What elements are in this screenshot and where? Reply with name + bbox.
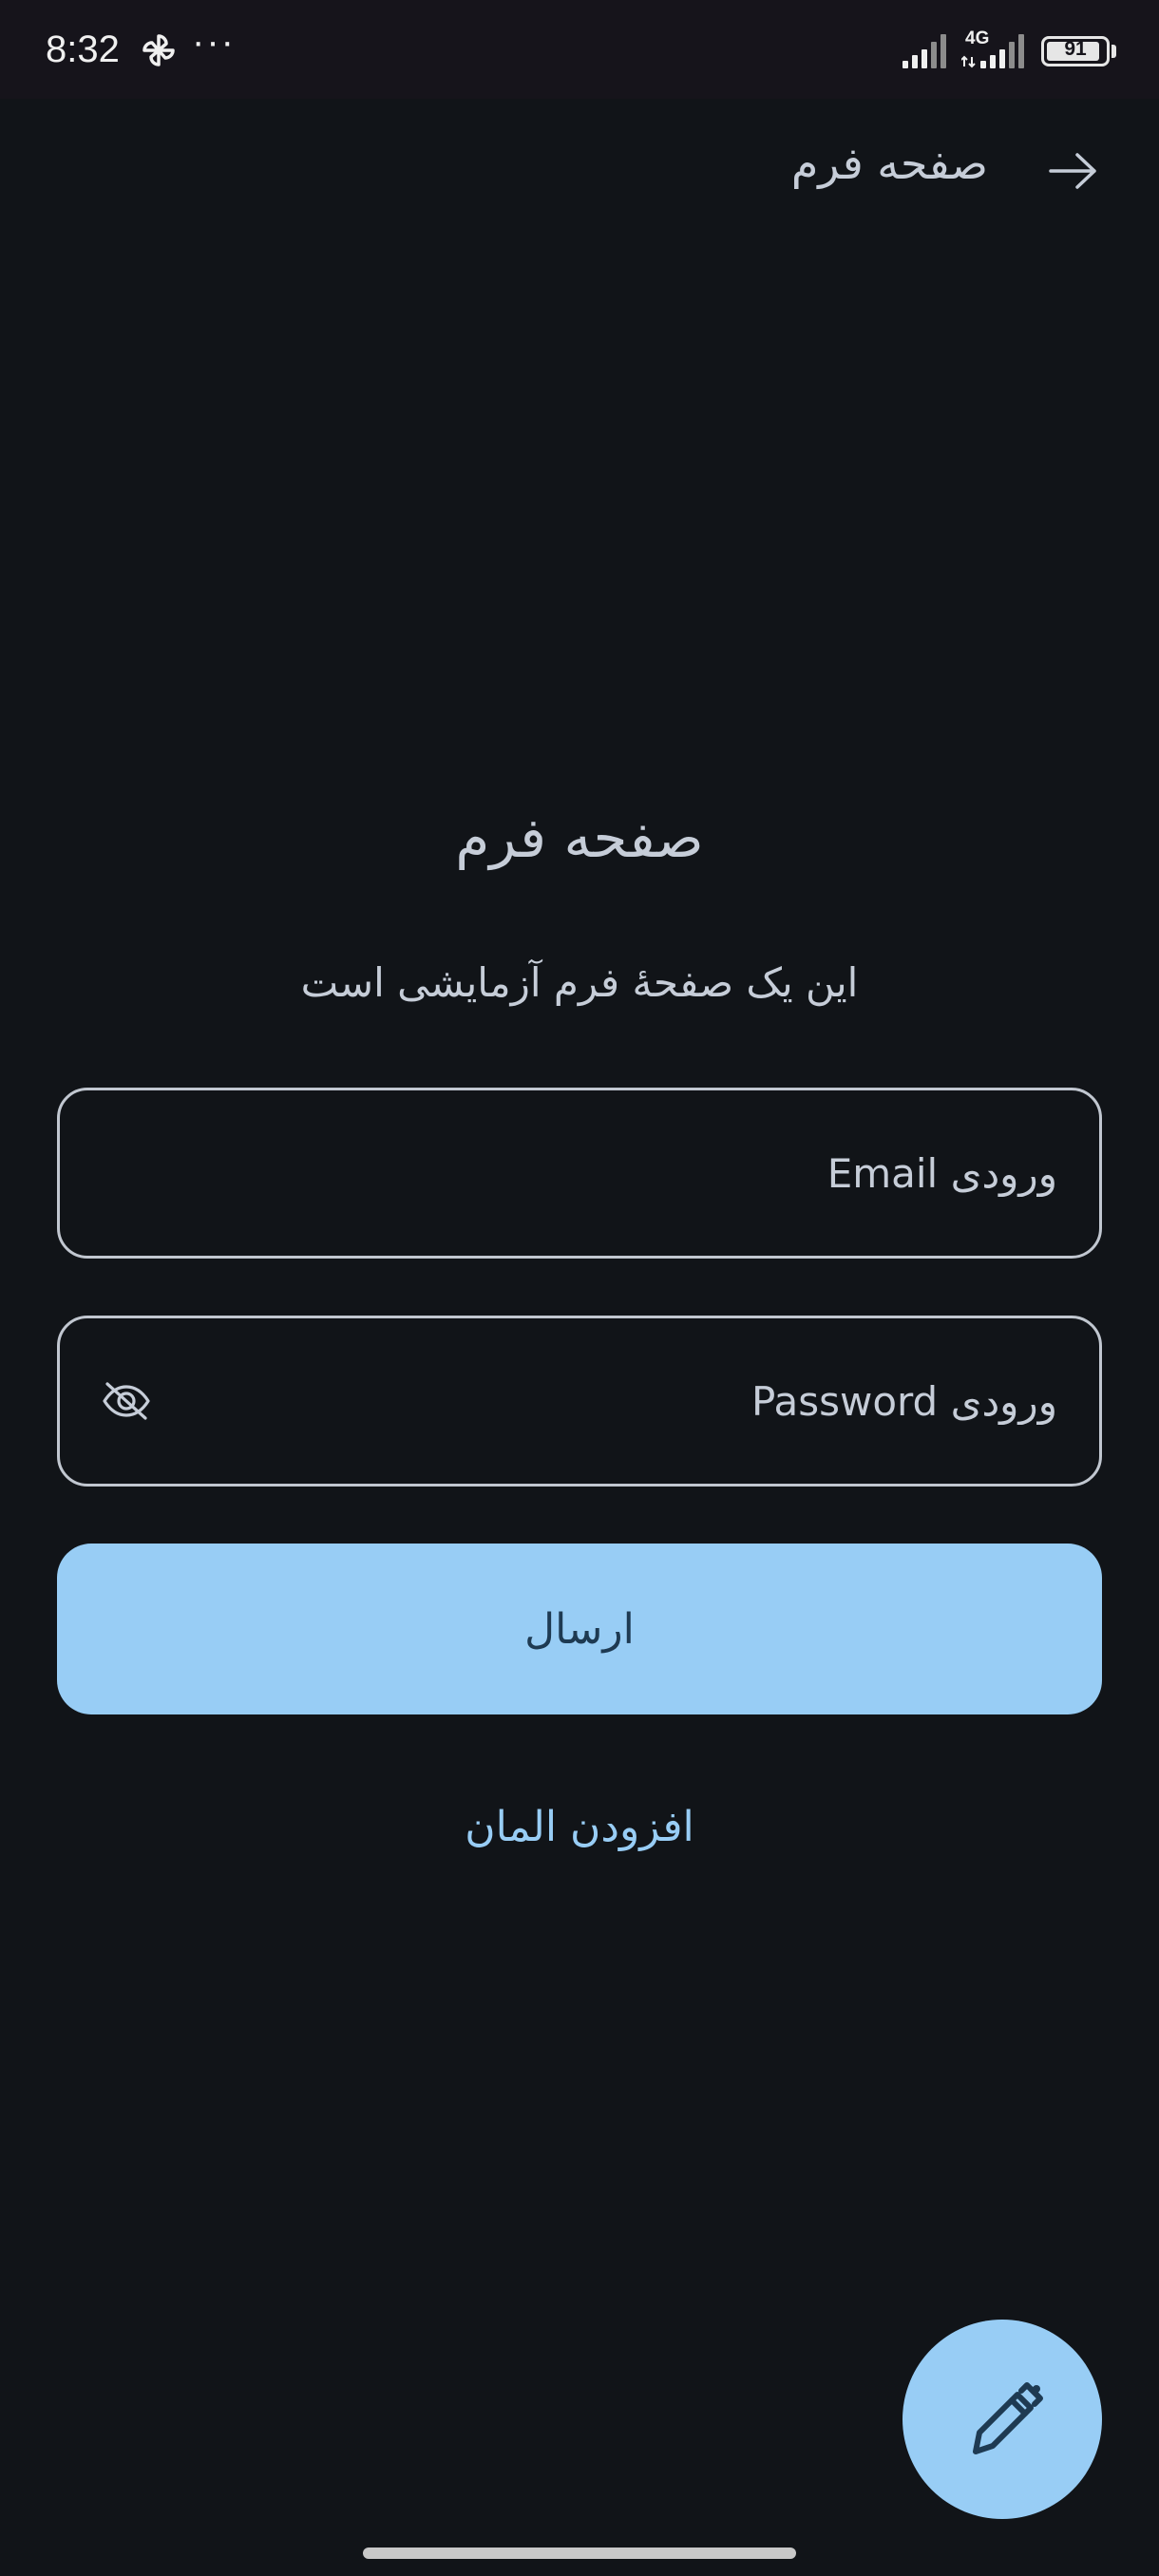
password-field-container (57, 1316, 1102, 1487)
home-indicator[interactable] (363, 2548, 796, 2559)
email-field-container (57, 1088, 1102, 1259)
arrow-right-icon (1049, 153, 1096, 189)
battery-icon: 91 (1041, 36, 1110, 66)
page-subtitle: این یک صفحهٔ فرم آزمایشی است (300, 959, 859, 1006)
form-screen: 8:32 ··· 4G 91 صفحه فرم صفحه فرم این یک … (0, 0, 1159, 2576)
eye-off-icon (103, 1382, 150, 1420)
email-field[interactable] (102, 1090, 1057, 1256)
battery-cap (1112, 45, 1116, 58)
submit-button[interactable]: ارسال (57, 1544, 1102, 1714)
add-element-button[interactable]: افزودن المان (0, 1803, 1159, 1851)
status-time: 8:32 (46, 28, 120, 70)
back-button[interactable] (1041, 139, 1106, 203)
more-notifications-icon: ··· (192, 21, 236, 63)
password-field[interactable] (174, 1318, 1057, 1484)
signal-strength-icon (902, 34, 946, 68)
signal-strength-secondary-icon (961, 34, 1024, 68)
status-bar: 8:32 ··· 4G 91 (0, 0, 1159, 99)
battery-level: 91 (1064, 38, 1087, 60)
pen-icon (973, 2382, 1043, 2454)
page-heading: صفحه فرم (455, 805, 704, 870)
pinwheel-icon (142, 34, 175, 66)
edit-fab[interactable] (902, 2320, 1102, 2519)
app-bar-title: صفحه فرم (790, 138, 988, 189)
password-visibility-toggle[interactable] (100, 1374, 153, 1428)
